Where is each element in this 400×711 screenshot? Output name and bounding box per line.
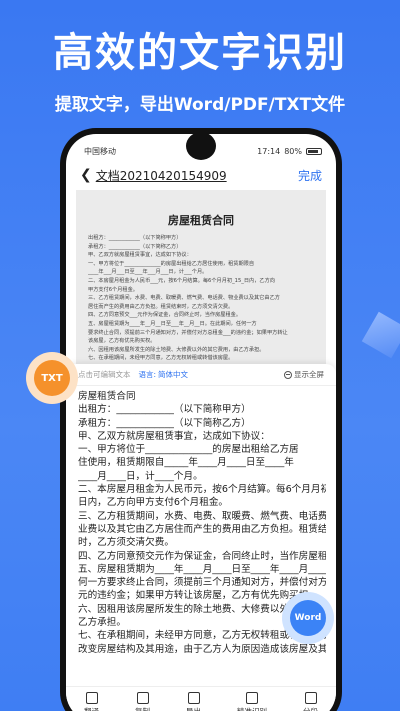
ocr-line: ____月____日，计____个月。 xyxy=(78,470,203,482)
toolbar-precise-button[interactable]: 精准识别 xyxy=(237,692,267,711)
scan-line: 二、本房屋月租金为人民币___元，按6个月结算。每6个月月初_15_日内，乙方向 xyxy=(88,277,275,284)
ocr-line: 日内，乙方向甲方支付6个月租金。 xyxy=(78,497,229,509)
toolbar-export-button[interactable]: 导出 xyxy=(186,692,201,711)
ocr-line: 三、乙方租赁期间，水费、电费、取暖费、燃气费、电话费、物 xyxy=(78,510,326,522)
segment-icon xyxy=(304,692,317,704)
translate-icon xyxy=(85,692,98,704)
ocr-line: 出租方：____________（以下简称甲方） xyxy=(78,404,251,416)
language-label[interactable]: 语言: xyxy=(139,369,157,380)
toolbar-translate-button[interactable]: 翻译 xyxy=(84,692,99,711)
scan-line: 该房屋，乙方有优先购买权。 xyxy=(88,338,156,345)
scan-line: 甲方支付6个月租金。 xyxy=(88,286,138,293)
fullscreen-label: 显示全屏 xyxy=(294,370,324,379)
ocr-line: 承租方：____________（以下简称乙方） xyxy=(78,417,251,429)
ocr-line: 一、甲方将位于______________的房屋出租给乙方居 xyxy=(78,444,299,456)
scan-line: 要求终止合同，须提前三个月通知对方，并偿付对方总租金___的违约金；如果甲方转让 xyxy=(88,329,288,336)
toolbar-label: 精准识别 xyxy=(237,706,267,711)
sheet-header: 点击可编辑文本 语言: 简体中文 显示全屏 xyxy=(66,364,336,386)
carrier: 中国移动 xyxy=(84,146,116,156)
export-icon xyxy=(187,692,200,704)
ocr-line: 四、乙方同意预交元作为保证金，合同终止时，当作房屋租金。 xyxy=(78,550,326,562)
scan-line: 四、乙方同意预交___元作为保证金，合同终止时，当作房屋租金。 xyxy=(88,312,242,319)
document-title[interactable]: 文档20210420154909 xyxy=(96,167,227,184)
ocr-line: 改变房屋结构及其用途，由于乙方人为原因造成该房屋及其配套 xyxy=(78,643,326,655)
word-badge-label: Word xyxy=(290,600,326,636)
subheadline: 提取文字，导出Word/PDF/TXT文件 xyxy=(54,95,346,115)
scan-line: 六、因租用该房屋所发生的除土地费、大修费以外的其它费用，由乙方承担。 xyxy=(88,346,265,353)
ocr-line: 住使用，租赁期限自_____年____月____日至____年 xyxy=(78,457,294,469)
scan-line: 一、甲方将位于______________的房屋出租给乙方居住使用，租赁期限自 xyxy=(88,260,255,267)
edit-hint: 点击可编辑文本 xyxy=(78,370,131,379)
scan-line: 五、房屋租赁期为____年__月__日至___年__月__日。在此期间，任何一方 xyxy=(88,320,257,327)
scan-lines: 出租方：____________（以下简称甲方） 承租方：____________… xyxy=(88,234,314,363)
done-button[interactable]: 完成 xyxy=(298,167,322,184)
txt-badge: TXT xyxy=(26,352,78,404)
ocr-line: 时，乙方须交清欠费。 xyxy=(78,537,174,549)
toolbar-label: 导出 xyxy=(186,706,201,711)
toolbar-label: 复制 xyxy=(135,706,150,711)
fullscreen-icon xyxy=(284,370,292,379)
clock: 17:14 xyxy=(257,146,281,156)
toolbar-label: 翻译 xyxy=(84,706,99,711)
ocr-line: 何一方要求终止合同，须提前三个月通知对方，并偿付对方总租金 xyxy=(78,577,326,589)
ocr-line: 甲、乙双方就房屋租赁事宜，达成如下协议： xyxy=(78,430,270,442)
ocr-line: 房屋租赁合同 xyxy=(78,391,136,402)
nav-bar: ❮ 文档20210420154909 完成 xyxy=(66,162,336,188)
scan-line: 出租方：____________（以下简称甲方） xyxy=(88,235,182,241)
ocr-line: 二、本房屋月租金为人民币元，按6个月结算。每6个月月初_15 xyxy=(78,484,326,496)
scan-line: 三、乙方租赁期间，水费、电费、取暖费、燃气费、电话费、物业费以及其它由乙方 xyxy=(88,295,280,302)
scan-line: 七、在承租期间，未经甲方同意，乙方无权转租或转借该房屋。 xyxy=(88,355,234,362)
scan-line: 居住而产生的费用由乙方负担。租赁结束时，乙方须交清欠费。 xyxy=(88,303,234,310)
ocr-line: 业费以及其它由乙方居住而产生的费用由乙方负担。租赁结束 xyxy=(78,523,326,535)
scan-line: 甲、乙双方就房屋租赁事宜，达成如下协议： xyxy=(88,252,192,259)
fullscreen-button[interactable]: 显示全屏 xyxy=(284,369,324,380)
language-value[interactable]: 简体中文 xyxy=(158,369,188,380)
scan-line: 承租方：____________（以下简称乙方） xyxy=(88,243,182,250)
toolbar-segment-button[interactable]: 分段 xyxy=(303,692,318,711)
copy-icon xyxy=(136,692,149,704)
battery-percent: 80% xyxy=(284,146,302,156)
ocr-line: 五、房屋租赁期为____年____月____日至____年____月____日。… xyxy=(78,563,326,575)
scan-line: ____年___月___日至___年___月___日，计___个月。 xyxy=(88,269,208,276)
battery-icon xyxy=(306,147,322,155)
scan-title: 房屋租赁合同 xyxy=(168,214,234,227)
word-badge: Word xyxy=(282,592,334,644)
headline: 高效的文字识别 xyxy=(53,30,347,76)
toolbar-label: 分段 xyxy=(303,706,318,711)
status-right: 17:14 80% xyxy=(257,147,322,156)
bottom-toolbar: 翻译 复制 导出 精准识别 分段 xyxy=(66,686,336,711)
toolbar-copy-button[interactable]: 复制 xyxy=(135,692,150,711)
precise-icon xyxy=(246,692,258,704)
back-icon[interactable]: ❮ xyxy=(80,167,92,183)
scanned-document: 房屋租赁合同 出租方：____________（以下简称甲方） 承租方：_____… xyxy=(76,190,326,370)
txt-badge-label: TXT xyxy=(34,360,70,396)
